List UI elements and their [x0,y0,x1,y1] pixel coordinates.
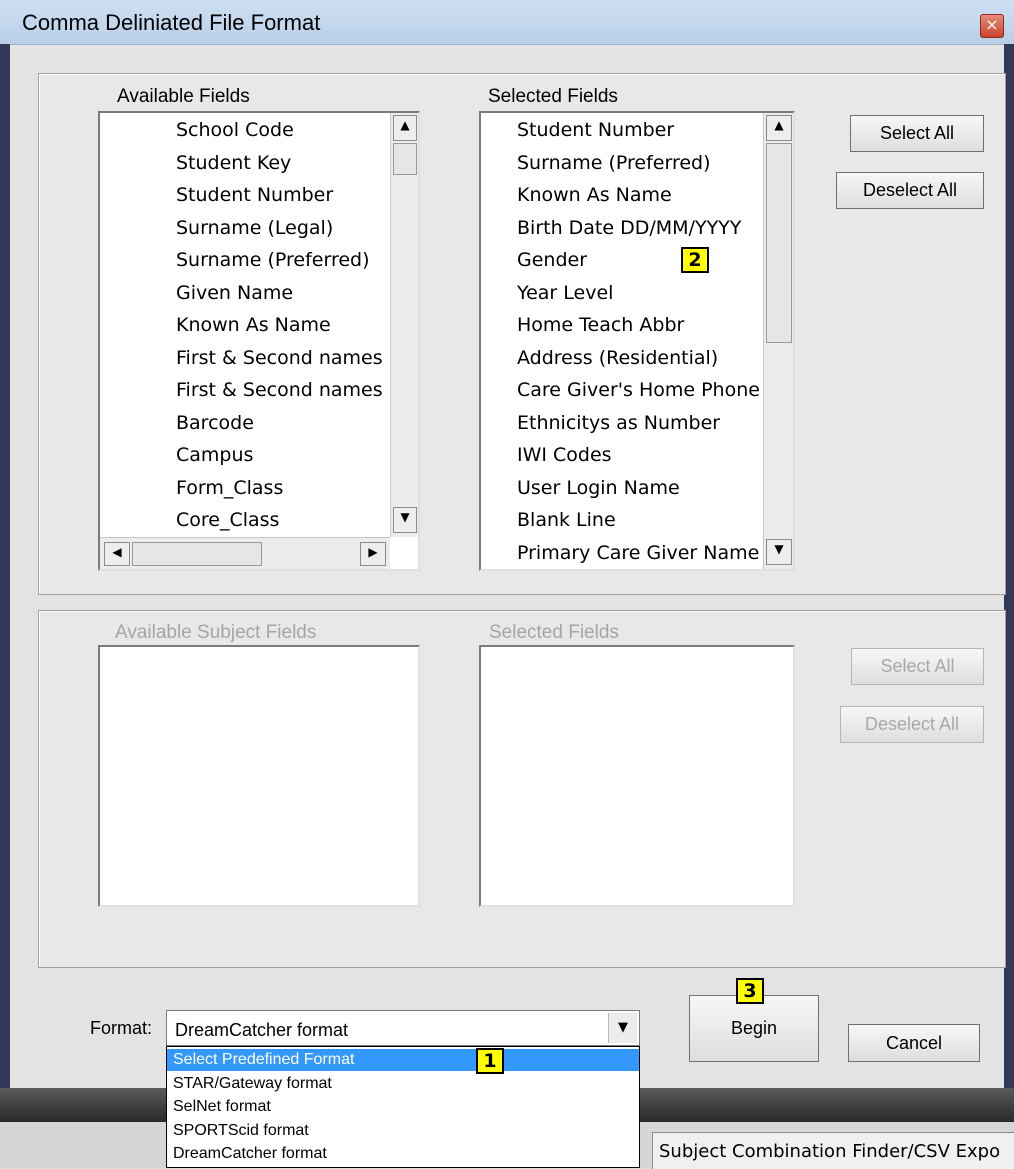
list-item[interactable]: Surname (Preferred) [517,152,711,174]
list-item[interactable]: Primary Care Giver Name [517,542,759,564]
hscroll-thumb[interactable] [132,542,262,566]
list-item[interactable]: Known As Name [517,184,672,206]
subject-deselect-all-button[interactable]: Deselect All [840,706,984,743]
list-item[interactable]: First & Second names [176,347,383,369]
list-item[interactable]: Surname (Legal) [176,217,333,239]
left-edge [0,44,10,1088]
list-item[interactable]: Known As Name [176,314,331,336]
list-item[interactable]: Blank Line [517,509,616,531]
chevron-down-icon[interactable]: ▼ [608,1013,637,1043]
available-hscroll[interactable]: ◀ ▶ [100,537,390,569]
callout-badge-3: 3 [736,978,764,1004]
format-option[interactable]: Select Predefined Format [167,1049,639,1071]
status-pane: Subject Combination Finder/CSV Expo [652,1132,1014,1169]
format-option[interactable]: SPORTScid format [167,1120,639,1142]
available-fields-list[interactable]: School Code Student Key Student Number Surn… [98,111,420,571]
selected-fields-label: Selected Fields [488,86,618,107]
scroll-up-icon[interactable]: ▲ [393,115,417,141]
dialog-window: Comma Deliniated File Format × Available… [0,0,1014,1088]
list-item[interactable]: Given Name [176,282,293,304]
close-icon[interactable]: × [980,14,1004,38]
list-item[interactable]: Student Number [176,184,333,206]
selected-fields-list[interactable]: Student Number Surname (Preferred) Known A… [479,111,795,571]
list-item[interactable]: Student Number [517,119,674,141]
format-option[interactable]: SelNet format [167,1096,639,1118]
title-bar: Comma Deliniated File Format × [0,0,1014,45]
scroll-thumb[interactable] [393,143,417,175]
list-item[interactable]: User Login Name [517,477,680,499]
available-fields-label: Available Fields [117,86,250,107]
scroll-right-icon[interactable]: ▶ [360,542,386,566]
subject-selected-fields-label: Selected Fields [489,622,619,643]
status-text: Subject Combination Finder/CSV Expo [659,1141,1001,1162]
list-item[interactable]: First & Second names [176,379,383,401]
list-item[interactable]: Year Level [517,282,613,304]
deselect-all-button[interactable]: Deselect All [836,172,984,209]
list-item[interactable]: Home Teach Abbr [517,314,684,336]
callout-badge-1: 1 [476,1048,504,1074]
list-item[interactable]: School Code [176,119,294,141]
list-item[interactable]: Student Key [176,152,291,174]
scroll-left-icon[interactable]: ◀ [104,542,130,566]
format-select-value: DreamCatcher format [175,1020,349,1040]
scroll-up-icon[interactable]: ▲ [766,115,792,141]
selected-vscroll[interactable]: ▲ ▼ [763,113,793,569]
scroll-down-icon[interactable]: ▼ [766,539,792,565]
format-option[interactable]: STAR/Gateway format [167,1073,639,1095]
available-vscroll[interactable]: ▲ ▼ [390,113,418,537]
list-item[interactable]: Care Giver's Home Phone [517,379,760,401]
window-title: Comma Deliniated File Format [22,10,321,35]
format-select[interactable]: DreamCatcher format ▼ [166,1010,640,1046]
subject-selected-fields-list[interactable] [479,645,795,907]
list-item[interactable]: Surname (Preferred) [176,249,370,271]
available-subject-fields-label: Available Subject Fields [115,622,317,643]
list-item[interactable]: Birth Date DD/MM/YYYY [517,217,741,239]
format-option[interactable]: DreamCatcher format [167,1143,639,1165]
subject-select-all-button[interactable]: Select All [851,648,984,685]
begin-button[interactable]: Begin [689,995,819,1062]
list-item[interactable]: Campus [176,444,253,466]
list-item[interactable]: Address (Residential) [517,347,718,369]
scroll-thumb[interactable] [766,143,792,343]
available-subject-fields-list[interactable] [98,645,420,907]
scroll-down-icon[interactable]: ▼ [393,507,417,533]
format-dropdown-list[interactable]: Select Predefined Format STAR/Gateway for… [166,1046,640,1168]
list-item[interactable]: Gender [517,249,587,271]
list-item[interactable]: Ethnicitys as Number [517,412,720,434]
select-all-button[interactable]: Select All [850,115,984,152]
list-item[interactable]: Core_Class [176,509,279,531]
list-item[interactable]: Barcode [176,412,254,434]
cancel-button[interactable]: Cancel [848,1024,980,1062]
callout-badge-2: 2 [681,247,709,273]
list-item[interactable]: IWI Codes [517,444,612,466]
format-label: Format: [90,1018,153,1038]
list-item[interactable]: Form_Class [176,477,283,499]
